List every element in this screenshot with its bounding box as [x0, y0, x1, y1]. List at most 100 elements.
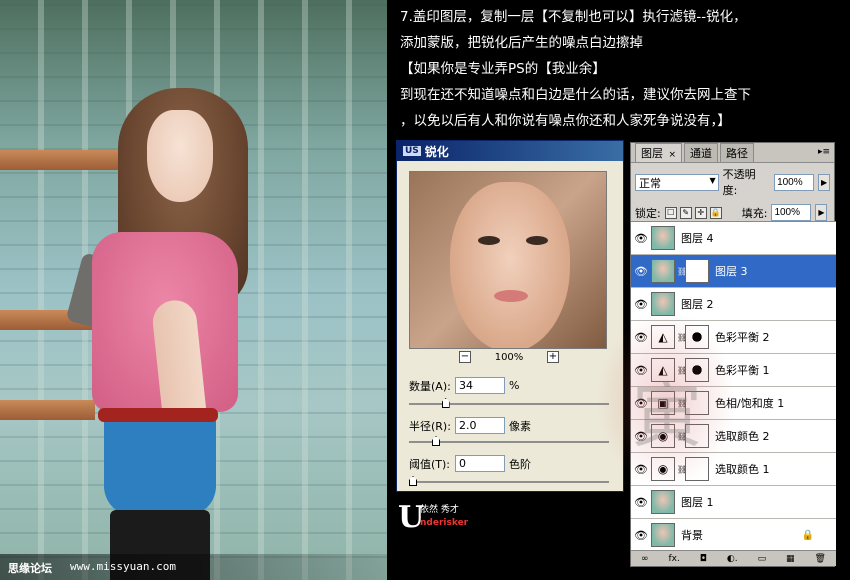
lock-icon: 🔒: [801, 529, 814, 541]
layer-name: 背景: [681, 529, 703, 542]
layer-name: 选取颜色 2: [715, 430, 770, 443]
lock-label: 锁定:: [635, 206, 661, 220]
layer-style-icon[interactable]: fx.: [668, 554, 679, 564]
threshold-label: 阈值(T):: [409, 457, 451, 471]
eye-icon[interactable]: 👁: [631, 364, 651, 377]
link-icon: ⛓: [677, 398, 688, 408]
layer-thumbnail: [651, 226, 675, 250]
eye-icon[interactable]: 👁: [631, 430, 651, 443]
dialog-title: 锐化: [424, 144, 449, 159]
preview-image[interactable]: [409, 171, 607, 349]
layer-row[interactable]: 👁 ◭ ⛓ 色彩平衡 1: [631, 354, 836, 387]
ps-app-icon: US: [403, 146, 421, 156]
eye-icon[interactable]: 👁: [631, 397, 651, 410]
belt-shape: [98, 408, 218, 422]
layer-row[interactable]: 👁 图层 4: [631, 222, 836, 255]
new-group-icon[interactable]: ▭: [758, 554, 767, 564]
tab-paths-label: 路径: [726, 147, 749, 160]
radius-row: 半径(R): 像素: [409, 417, 531, 434]
link-layers-icon[interactable]: ∞: [641, 554, 649, 564]
instruction-line: ，以免以后有人和你说有噪点你还和人家死争说没有，】: [400, 113, 731, 129]
amount-input[interactable]: [455, 377, 505, 394]
panel-menu-icon[interactable]: ▸≡: [817, 147, 831, 159]
amount-slider-thumb[interactable]: [441, 398, 450, 408]
lock-icons: ☐ ✎ ✛ 🔒: [664, 206, 722, 219]
preview-lips: [494, 290, 528, 302]
layer-name: 选取颜色 1: [715, 463, 770, 476]
radius-input[interactable]: [455, 417, 505, 434]
zoom-level: 100%: [494, 351, 524, 363]
radius-slider-thumb[interactable]: [432, 436, 441, 446]
amount-slider[interactable]: [409, 398, 609, 408]
lock-all-icon[interactable]: 🔒: [709, 206, 722, 219]
panel-footer: ∞ fx. ◘ ◐. ▭ ▦ 🗑: [631, 550, 836, 566]
eye-icon[interactable]: 👁: [631, 496, 651, 509]
author-brand: U 依然 秀才 nderisker: [398, 500, 488, 550]
dialog-title-bar[interactable]: US 锐化: [397, 141, 623, 161]
tab-layers[interactable]: 图层 ×: [635, 143, 683, 162]
adjustment-icon: ◉: [651, 424, 675, 448]
layer-row[interactable]: 👁 图层 2: [631, 288, 836, 321]
new-layer-icon[interactable]: ▦: [786, 554, 795, 564]
layer-row[interactable]: 👁 ▣ ⛓ 色相/饱和度 1: [631, 387, 836, 420]
tab-channels[interactable]: 通道: [684, 143, 719, 162]
layer-row[interactable]: 👁 ◉ ⛓ 选取颜色 2: [631, 420, 836, 453]
threshold-row: 阈值(T): 色阶: [409, 455, 531, 472]
zoom-controls: − 100% +: [459, 351, 559, 363]
brand-word: nderisker: [420, 518, 469, 528]
threshold-slider[interactable]: [409, 476, 609, 486]
mask-thumbnail[interactable]: [685, 325, 709, 349]
adjustment-layer-icon[interactable]: ◐.: [727, 554, 738, 564]
lock-transparency-icon[interactable]: ☐: [664, 206, 677, 219]
add-mask-icon[interactable]: ◘: [700, 554, 707, 564]
layer-row[interactable]: 👁 ◉ ⛓ 选取颜色 1: [631, 453, 836, 486]
threshold-slider-thumb[interactable]: [409, 476, 417, 486]
eye-icon[interactable]: 👁: [631, 331, 651, 344]
chevron-down-icon: ▼: [709, 175, 716, 185]
layer-row[interactable]: 👁 背景 🔒: [631, 519, 836, 552]
mask-thumbnail[interactable]: [685, 358, 709, 382]
zoom-in-button[interactable]: +: [547, 351, 559, 363]
trash-icon[interactable]: 🗑: [815, 554, 826, 564]
lock-paint-icon[interactable]: ✎: [679, 206, 692, 219]
layer-name: 色彩平衡 1: [715, 364, 770, 377]
layer-row[interactable]: 👁 图层 1: [631, 486, 836, 519]
tab-channels-label: 通道: [690, 147, 713, 160]
rail-decor: [0, 400, 95, 420]
mask-thumbnail[interactable]: [685, 424, 709, 448]
close-icon[interactable]: ×: [669, 150, 677, 160]
mask-thumbnail[interactable]: [685, 391, 709, 415]
eye-icon[interactable]: 👁: [631, 463, 651, 476]
blend-mode-value: 正常: [639, 176, 661, 190]
zoom-out-button[interactable]: −: [459, 351, 471, 363]
radius-slider[interactable]: [409, 436, 609, 446]
link-icon: ⛓: [677, 266, 688, 276]
mask-thumbnail[interactable]: [685, 457, 709, 481]
watermark-site-name: 思缘论坛: [8, 562, 52, 575]
layer-name: 图层 2: [681, 298, 714, 311]
preview-eye: [478, 236, 500, 245]
tab-paths[interactable]: 路径: [720, 143, 755, 162]
instruction-line: 【如果你是专业弄PS的【我业余】: [400, 61, 606, 77]
radius-unit: 像素: [509, 419, 531, 433]
fill-arrow-icon[interactable]: ▶: [815, 204, 828, 221]
threshold-input[interactable]: [455, 455, 505, 472]
lock-move-icon[interactable]: ✛: [694, 206, 707, 219]
layer-thumbnail: [651, 292, 675, 316]
eye-icon[interactable]: 👁: [631, 529, 651, 542]
adjustment-icon: ◭: [651, 358, 675, 382]
layer-row[interactable]: 👁 ◭ ⛓ 色彩平衡 2: [631, 321, 836, 354]
eye-icon[interactable]: 👁: [631, 298, 651, 311]
blend-mode-select[interactable]: 正常 ▼: [635, 173, 719, 191]
layer-row[interactable]: 👁 ⛓ 图层 3: [631, 255, 836, 288]
mask-thumbnail[interactable]: [685, 259, 709, 283]
eye-icon[interactable]: 👁: [631, 265, 651, 278]
adjustment-icon: ◭: [651, 325, 675, 349]
radius-label: 半径(R):: [409, 419, 451, 433]
eye-icon[interactable]: 👁: [631, 232, 651, 245]
fill-input[interactable]: [771, 204, 812, 221]
opacity-arrow-icon[interactable]: ▶: [818, 173, 831, 191]
face-shape: [147, 110, 213, 202]
opacity-input[interactable]: [774, 173, 815, 191]
instruction-text: 7.盖印图层，复制一层【不复制也可以】执行滤镜--锐化， 添加蒙版，把锐化后产生…: [400, 4, 840, 134]
